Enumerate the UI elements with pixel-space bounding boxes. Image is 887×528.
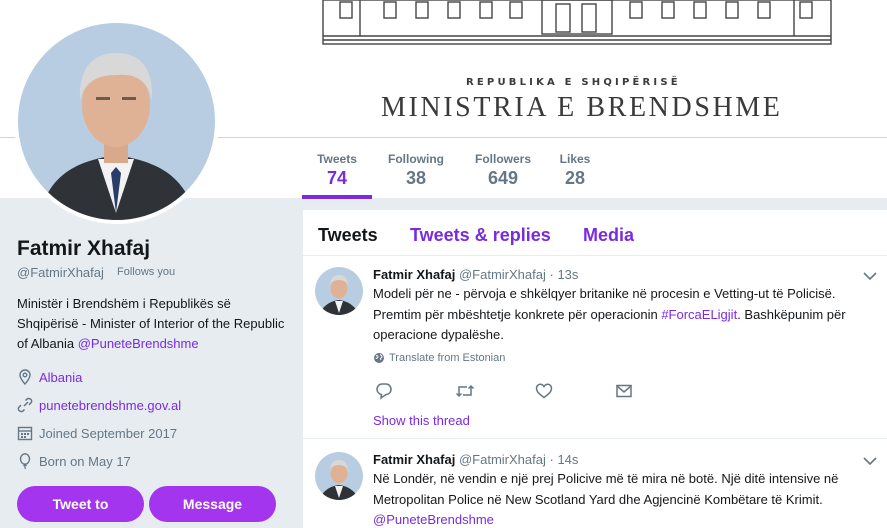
- calendar-icon: [17, 426, 33, 441]
- tweet-text: Modeli për ne - përvoja e shkëlqyer brit…: [373, 284, 883, 346]
- born-text: Born on May 17: [39, 453, 131, 469]
- tweet-to-button[interactable]: Tweet to: [17, 486, 144, 522]
- globe-icon: [374, 353, 384, 363]
- nav-followers-count: 649: [487, 168, 519, 188]
- tweet-text: Në Londër, në vendin e një prej Policive…: [373, 469, 883, 528]
- tweet-text-line: Premtim për mbështetje konkrete për oper…: [373, 306, 662, 322]
- link-icon: [17, 397, 33, 413]
- website-link[interactable]: punetebrendshme.gov.al: [39, 398, 181, 413]
- nav-active-underline: [302, 195, 372, 199]
- nav-likes[interactable]: Likes 28: [557, 152, 593, 189]
- tweet-author-handle[interactable]: @FatmirXhafaj: [459, 267, 546, 282]
- nav-following-count: 38: [405, 168, 427, 188]
- profile-bio: Ministër i Brendshëm i Republikës së Shq…: [17, 294, 292, 354]
- follows-you-badge: Follows you: [117, 266, 176, 278]
- tweet-text-line: . Bashkëpunim për: [737, 306, 846, 322]
- tweet-mention-link[interactable]: @PuneteBrendshme: [373, 512, 494, 527]
- tweet-text-line: Modeli për ne - përvoja e shkëlqyer brit…: [373, 286, 836, 301]
- nav-tweets-label: Tweets: [317, 152, 357, 166]
- reply-icon[interactable]: [375, 382, 393, 400]
- tweet-more-chevron-icon[interactable]: [863, 270, 877, 284]
- balloon-icon: [19, 453, 31, 469]
- timeline-tabs: Tweets Tweets & replies Media: [303, 210, 887, 256]
- profile-handle: @FatmirXhafaj: [17, 265, 104, 280]
- tweet-text-line: Metropolitan Police në New Scotland Yard…: [373, 491, 823, 507]
- tweet-avatar[interactable]: [315, 452, 363, 500]
- profile-avatar[interactable]: [14, 19, 219, 224]
- timeline: Tweets Tweets & replies Media Fatmir Xha…: [303, 210, 887, 528]
- tweet-item[interactable]: Fatmir Xhafaj @FatmirXhafaj · 13s Modeli…: [303, 257, 887, 439]
- profile-birthday: Born on May 17: [17, 453, 131, 469]
- nav-tweets-count: 74: [326, 168, 348, 188]
- bio-mention-link[interactable]: @PuneteBrendshme: [78, 336, 199, 351]
- ministry-building-illustration: [322, 0, 832, 45]
- tweet-avatar[interactable]: [315, 267, 363, 315]
- tab-tweets-replies[interactable]: Tweets & replies: [410, 225, 551, 246]
- tweet-author-name[interactable]: Fatmir Xhafaj: [373, 267, 455, 282]
- translate-link[interactable]: Translate from Estonian: [373, 352, 505, 364]
- tweet-header: Fatmir Xhafaj @FatmirXhafaj · 14s: [373, 452, 578, 467]
- tweet-hashtag-link[interactable]: #ForcaELigjit: [661, 307, 737, 322]
- location-pin-icon: [19, 369, 31, 385]
- nav-following[interactable]: Following 38: [386, 152, 446, 189]
- tweet-more-chevron-icon[interactable]: [863, 455, 877, 469]
- like-heart-icon[interactable]: [535, 382, 553, 400]
- nav-followers-label: Followers: [474, 152, 531, 166]
- retweet-icon[interactable]: [455, 382, 475, 400]
- profile-website: punetebrendshme.gov.al: [17, 397, 181, 413]
- tweet-item[interactable]: Fatmir Xhafaj @FatmirXhafaj · 14s Në Lon…: [303, 440, 887, 528]
- show-thread-link[interactable]: Show this thread: [373, 413, 470, 428]
- translate-text: Translate from Estonian: [389, 352, 506, 364]
- joined-text: Joined September 2017: [39, 425, 178, 441]
- banner-ministria-text: MINISTRIA E BRENDSHME: [381, 92, 783, 123]
- tweet-text-line: operacione dypalëshe.: [373, 327, 504, 342]
- tweet-header: Fatmir Xhafaj @FatmirXhafaj · 13s: [373, 267, 578, 282]
- profile-name: Fatmir Xhafaj: [17, 237, 151, 260]
- location-link[interactable]: Albania: [39, 370, 82, 385]
- profile-location: Albania: [17, 369, 82, 385]
- banner-republika-text: REPUBLIKA E SHQIPËRISË: [466, 77, 681, 88]
- tweet-avatar-photo: [315, 452, 363, 500]
- avatar-photo: [18, 23, 215, 220]
- tweet-avatar-photo: [315, 267, 363, 315]
- tab-media[interactable]: Media: [583, 225, 634, 246]
- tweet-author-name[interactable]: Fatmir Xhafaj: [373, 452, 455, 467]
- nav-following-label: Following: [388, 152, 444, 166]
- direct-message-icon[interactable]: [615, 382, 633, 400]
- tweet-timestamp[interactable]: · 14s: [550, 452, 579, 467]
- tweet-text-line: Në Londër, në vendin e një prej Policive…: [373, 471, 839, 486]
- tweet-timestamp[interactable]: · 13s: [550, 267, 579, 282]
- profile-joined: Joined September 2017: [17, 425, 177, 441]
- nav-followers[interactable]: Followers 649: [472, 152, 534, 189]
- nav-tweets[interactable]: Tweets 74: [316, 152, 358, 189]
- nav-likes-count: 28: [564, 168, 586, 188]
- message-button[interactable]: Message: [149, 486, 276, 522]
- tab-tweets[interactable]: Tweets: [318, 225, 378, 246]
- tweet-author-handle[interactable]: @FatmirXhafaj: [459, 452, 546, 467]
- nav-likes-label: Likes: [559, 152, 591, 166]
